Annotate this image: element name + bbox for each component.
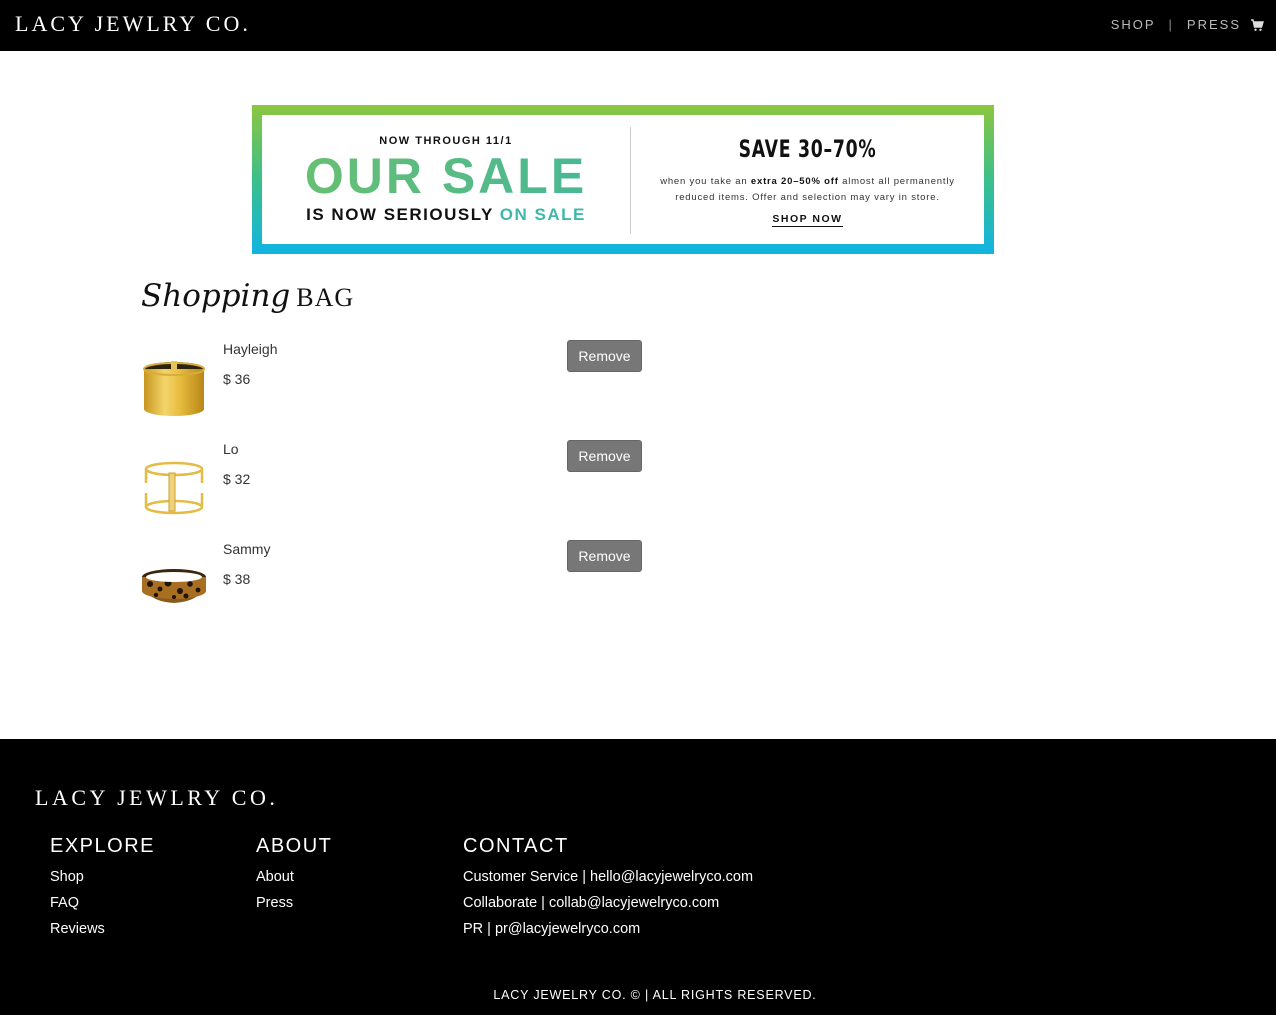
page-title: Shopping BAG (141, 278, 354, 314)
item-price: $ 32 (223, 471, 251, 487)
nav-press-link[interactable]: PRESS (1187, 17, 1241, 32)
item-price: $ 36 (223, 371, 251, 387)
footer-link-reviews[interactable]: Reviews (50, 916, 155, 942)
footer-link-faq[interactable]: FAQ (50, 890, 155, 916)
site-footer: LACY JEWLRY CO. EXPLORE Shop FAQ Reviews… (0, 739, 1276, 1015)
page-title-caps: BAG (296, 283, 355, 312)
item-name[interactable]: Hayleigh (223, 341, 277, 357)
cart-icon[interactable] (1250, 18, 1264, 32)
footer-link-pr[interactable]: PR | pr@lacyjewelryco.com (463, 916, 753, 942)
open-gold-cuff-bracelet-image[interactable] (138, 439, 210, 539)
footer-about-heading: ABOUT (256, 835, 333, 857)
nav-shop-link[interactable]: SHOP (1111, 17, 1156, 32)
sale-subline: IS NOW SERIOUSLY ON SALE (262, 205, 630, 225)
shop-now-link[interactable]: SHOP NOW (631, 213, 984, 227)
item-price: $ 38 (223, 571, 251, 587)
cart-item: Hayleigh $ 36 Remove (138, 339, 658, 439)
footer-about-column: ABOUT About Press (256, 835, 332, 916)
brand-logo[interactable]: LACY JEWLRY CO. (15, 11, 251, 37)
cart-item: Lo $ 32 Remove (138, 439, 658, 539)
footer-copyright: LACY JEWELRY CO. © | ALL RIGHTS RESERVED… (493, 988, 817, 1002)
sale-subline-accent: ON SALE (499, 205, 586, 224)
footer-link-collaborate[interactable]: Collaborate | collab@lacyjewelryco.com (463, 890, 753, 916)
save-range: SAVE 30–70% (738, 135, 877, 163)
footer-explore-heading: EXPLORE (50, 835, 155, 857)
page-title-script: Shopping (141, 278, 291, 314)
sale-description: when you take an extra 20–50% off almost… (651, 174, 964, 206)
footer-link-about[interactable]: About (256, 864, 332, 890)
gold-cuff-bracelet-image[interactable] (138, 339, 210, 439)
sale-description-prefix: when you take an (660, 176, 751, 187)
shop-now-label: SHOP NOW (772, 213, 843, 227)
top-navigation-bar: LACY JEWLRY CO. SHOP | PRESS (0, 0, 1276, 51)
sale-headline: OUR SALE (262, 147, 630, 205)
remove-button[interactable]: Remove (567, 540, 642, 572)
footer-contact-column: CONTACT Customer Service | hello@lacyjew… (463, 835, 753, 942)
footer-contact-heading: CONTACT (463, 835, 569, 857)
footer-link-customer-service[interactable]: Customer Service | hello@lacyjewelryco.c… (463, 864, 753, 890)
footer-link-shop[interactable]: Shop (50, 864, 155, 890)
footer-brand-logo[interactable]: LACY JEWLRY CO. (35, 785, 278, 811)
item-name[interactable]: Sammy (223, 541, 270, 557)
footer-explore-column: EXPLORE Shop FAQ Reviews (50, 835, 155, 942)
tortoise-cuff-bracelet-image[interactable] (138, 539, 210, 639)
sale-banner[interactable]: NOW THROUGH 11/1 OUR SALE IS NOW SERIOUS… (252, 105, 994, 254)
sale-banner-content: NOW THROUGH 11/1 OUR SALE IS NOW SERIOUS… (262, 115, 984, 244)
item-name[interactable]: Lo (223, 441, 239, 457)
footer-link-press[interactable]: Press (256, 890, 332, 916)
sale-banner-right: SAVE 30–70% when you take an extra 20–50… (631, 115, 984, 244)
sale-banner-left: NOW THROUGH 11/1 OUR SALE IS NOW SERIOUS… (262, 115, 630, 244)
remove-button[interactable]: Remove (567, 440, 642, 472)
nav-separator: | (1168, 17, 1174, 32)
sale-subline-prefix: IS NOW SERIOUSLY (306, 205, 500, 224)
sale-dates: NOW THROUGH 11/1 (379, 135, 513, 147)
sale-description-bold: extra 20–50% off (750, 176, 839, 187)
main-nav: SHOP | PRESS (1111, 17, 1264, 32)
remove-button[interactable]: Remove (567, 340, 642, 372)
cart-item: Sammy $ 38 Remove (138, 539, 658, 639)
